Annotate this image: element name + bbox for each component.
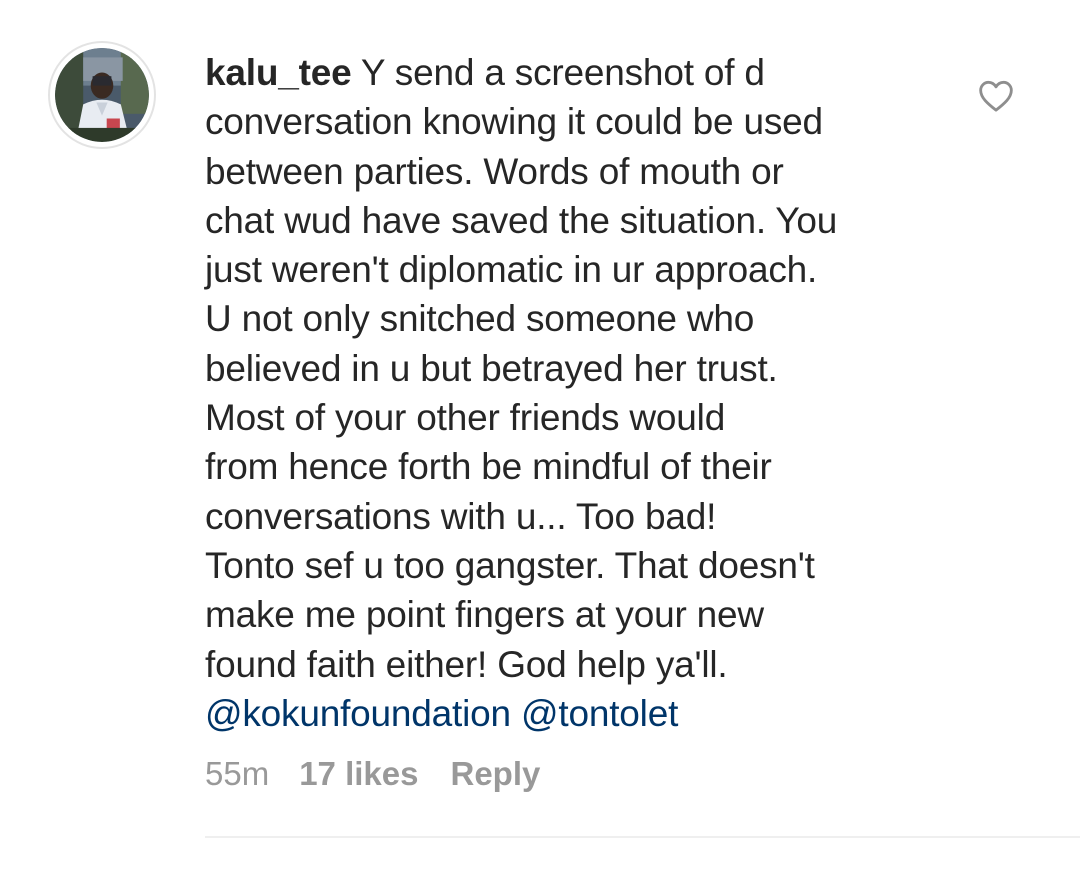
comment-text-line: chat wud have saved the situation. You — [205, 199, 838, 241]
mention-link-tontolet[interactable]: @tontolet — [521, 693, 678, 734]
mention-link-kokunfoundation[interactable]: @kokunfoundation — [205, 693, 511, 734]
comment-text-line: Most of your other friends would — [205, 397, 726, 439]
comment-text-line: conversation knowing it could be used — [205, 101, 823, 143]
comment-text-line: conversations with u... Too bad! — [205, 495, 717, 537]
comment-timestamp: 55m — [205, 755, 270, 792]
avatar[interactable] — [48, 41, 156, 149]
comment-first-line: kalu_tee Y send a screenshot of d — [205, 48, 940, 97]
likes-count-link[interactable]: 17 likes — [299, 752, 418, 796]
heart-outline-icon — [979, 80, 1013, 112]
comment-text-line: Tonto sef u too gangster. That doesn't — [205, 544, 815, 586]
comment-text-line: from hence forth be mindful of their — [205, 446, 772, 488]
comment-text-line: found faith either! God help ya'll. — [205, 643, 728, 685]
comment-text-line: U not only snitched someone who — [205, 298, 755, 340]
comment-text-line: make me point fingers at your new — [205, 594, 764, 636]
comment-body: kalu_tee Y send a screenshot of d conver… — [205, 48, 940, 738]
comment-text-line: Y send a screenshot of d — [360, 52, 765, 93]
username-link[interactable]: kalu_tee — [205, 52, 352, 93]
profile-photo — [55, 48, 149, 142]
comment-text-line: between parties. Words of mouth or — [205, 150, 784, 192]
reply-button[interactable]: Reply — [450, 752, 540, 796]
like-button[interactable] — [976, 76, 1016, 116]
comment-text-line: just weren't diplomatic in ur approach. — [205, 249, 818, 291]
comment-text-line: believed in u but betrayed her trust. — [205, 347, 778, 389]
comment-meta: 55m 17 likes Reply — [205, 752, 540, 796]
mentions-line: @kokunfoundation @tontolet — [205, 689, 940, 738]
divider — [205, 836, 1080, 838]
